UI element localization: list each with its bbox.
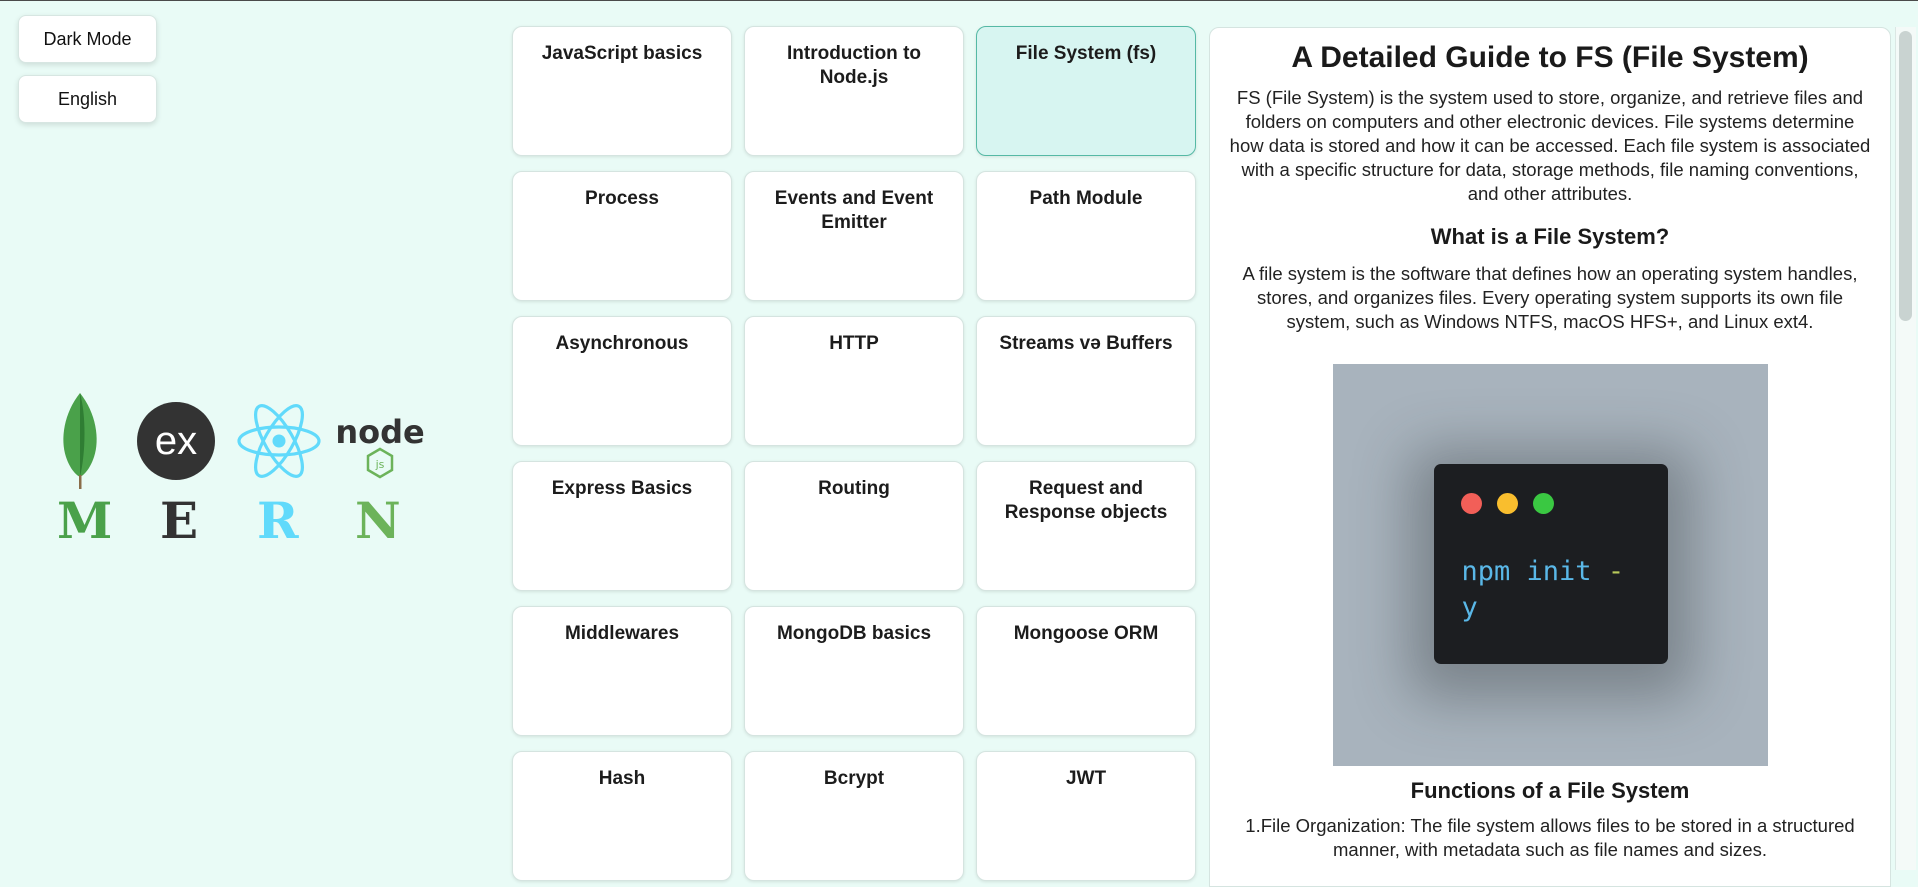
topic-grid: JavaScript basics Introduction to Node.j… <box>512 26 1198 881</box>
topic-card-request-response[interactable]: Request and Response objects <box>976 461 1196 591</box>
topic-card-events[interactable]: Events and Event Emitter <box>744 171 964 301</box>
close-dot-icon <box>1460 493 1482 514</box>
topic-card-express-basics[interactable]: Express Basics <box>512 461 732 591</box>
terminal-flag: - <box>1607 556 1625 587</box>
react-atom-icon <box>237 404 321 478</box>
logo-letter-r: R <box>257 491 299 550</box>
express-icon: ex <box>137 402 215 480</box>
topic-card-mongodb-basics[interactable]: MongoDB basics <box>744 606 964 736</box>
topic-card-process[interactable]: Process <box>512 171 732 301</box>
section-what-is-fs-text: A file system is the software that defin… <box>1242 263 1858 332</box>
maximize-dot-icon <box>1532 493 1554 514</box>
article-title: A Detailed Guide to FS (File System) <box>1291 41 1809 74</box>
scrollbar-thumb[interactable] <box>1899 31 1912 321</box>
terminal-command: npm init -y <box>1461 556 1625 623</box>
topic-card-http[interactable]: HTTP <box>744 316 964 446</box>
topic-card-hash[interactable]: Hash <box>512 751 732 881</box>
logo-letter-e: E <box>160 491 199 550</box>
topic-card-file-system[interactable]: File System (fs) <box>976 26 1196 156</box>
topic-card-jwt[interactable]: JWT <box>976 751 1196 881</box>
language-button[interactable]: English <box>18 75 157 123</box>
topic-card-mongoose-orm[interactable]: Mongoose ORM <box>976 606 1196 736</box>
svg-text:js: js <box>375 458 385 471</box>
topic-card-routing[interactable]: Routing <box>744 461 964 591</box>
dark-mode-button[interactable]: Dark Mode <box>18 15 157 63</box>
topic-card-asynchronous[interactable]: Asynchronous <box>512 316 732 446</box>
logo-letter-m: M <box>57 491 113 550</box>
article-intro: FS (File System) is the system used to s… <box>1229 87 1871 204</box>
panel-scrollbar[interactable] <box>1895 27 1916 870</box>
terminal-window: npm init -y <box>1433 464 1668 664</box>
section-functions-text: 1.File Organization: The file system all… <box>1245 815 1855 860</box>
terminal-flag-cont: y <box>1461 592 1478 623</box>
topic-card-streams-buffers[interactable]: Streams və Buffers <box>976 316 1196 446</box>
section-functions-title: Functions of a File System <box>1410 778 1690 803</box>
terminal-illustration: npm init -y <box>1332 364 1768 766</box>
article-panel: A Detailed Guide to FS (File System) FS … <box>1209 27 1891 887</box>
svg-text:ex: ex <box>155 419 197 463</box>
mongodb-leaf-icon <box>63 393 97 489</box>
topic-card-intro-nodejs[interactable]: Introduction to Node.js <box>744 26 964 156</box>
logo-letter-n: N <box>355 491 401 550</box>
nodejs-icon: node js <box>335 413 425 479</box>
section-what-is-fs-title: What is a File System? <box>1430 224 1670 249</box>
mern-logo: ex node js M E R N <box>50 391 440 546</box>
topic-card-middlewares[interactable]: Middlewares <box>512 606 732 736</box>
minimize-dot-icon <box>1496 493 1518 514</box>
topic-card-bcrypt[interactable]: Bcrypt <box>744 751 964 881</box>
topic-card-javascript-basics[interactable]: JavaScript basics <box>512 26 732 156</box>
topic-card-path-module[interactable]: Path Module <box>976 171 1196 301</box>
svg-text:node: node <box>335 413 424 451</box>
